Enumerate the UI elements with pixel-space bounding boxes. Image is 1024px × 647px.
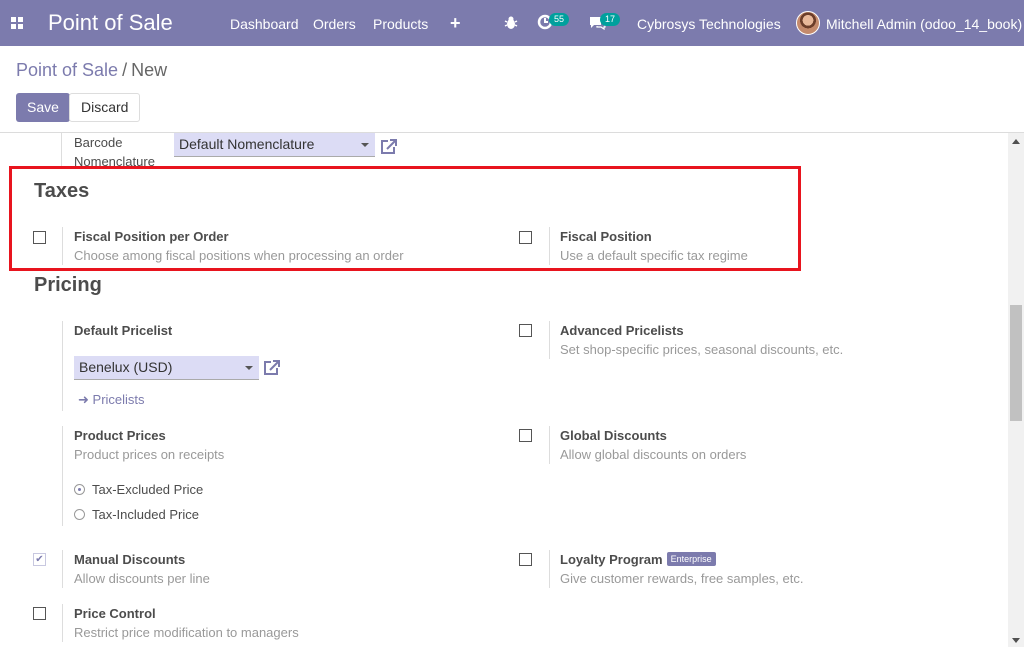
bug-icon[interactable]	[504, 15, 518, 34]
product-prices-label: Product Prices	[74, 428, 166, 443]
breadcrumb-separator: /	[122, 60, 128, 80]
breadcrumb-parent[interactable]: Point of Sale	[16, 60, 118, 80]
barcode-label-line1: Barcode	[74, 135, 123, 150]
breadcrumb: Point of Sale / New	[16, 60, 167, 81]
user-menu[interactable]: Mitchell Admin (odoo_14_book)	[826, 16, 1022, 32]
setting-divider	[61, 133, 62, 169]
advanced-pricelists-desc: Set shop-specific prices, seasonal disco…	[560, 342, 844, 357]
save-button[interactable]: Save	[16, 93, 70, 122]
setting-divider	[549, 321, 550, 359]
menu-orders[interactable]: Orders	[313, 16, 356, 32]
scroll-thumb[interactable]	[1010, 305, 1022, 421]
setting-divider	[62, 321, 63, 411]
setting-divider	[62, 604, 63, 642]
loyalty-program-text: Loyalty Program	[560, 552, 663, 567]
user-avatar[interactable]	[796, 11, 820, 35]
setting-divider	[549, 550, 550, 588]
default-pricelist-select[interactable]: Benelux (USD)	[74, 356, 259, 380]
highlight-box	[9, 166, 801, 271]
app-brand[interactable]: Point of Sale	[48, 10, 173, 36]
messages-badge: 17	[600, 13, 621, 26]
setting-divider	[62, 550, 63, 588]
global-discounts-checkbox[interactable]	[519, 429, 532, 442]
manual-discounts-checkbox[interactable]: ✔	[33, 553, 46, 566]
settings-form: Barcode Nomenclature Default Nomenclatur…	[0, 133, 1008, 647]
activity-badge: 55	[549, 13, 570, 26]
menu-products[interactable]: Products	[373, 16, 428, 32]
vertical-scrollbar[interactable]	[1008, 133, 1024, 647]
arrow-right-icon: ➜	[78, 392, 89, 407]
discard-button[interactable]: Discard	[69, 93, 141, 122]
enterprise-badge: Enterprise	[666, 552, 716, 566]
pricing-section-title: Pricing	[34, 274, 102, 296]
advanced-pricelists-checkbox[interactable]	[519, 324, 532, 337]
pricelists-link-label: Pricelists	[92, 392, 145, 407]
apps-menu-icon[interactable]	[11, 17, 23, 29]
menu-dashboard[interactable]: Dashboard	[230, 16, 299, 32]
chevron-down-icon	[245, 366, 253, 370]
advanced-pricelists-label: Advanced Pricelists	[560, 323, 684, 338]
default-pricelist-value: Benelux (USD)	[79, 359, 173, 375]
check-icon: ✔	[35, 554, 44, 565]
loyalty-program-label: Loyalty Program Enterprise	[560, 552, 716, 567]
scroll-down-arrow-icon[interactable]	[1012, 638, 1020, 643]
company-switcher[interactable]: Cybrosys Technologies	[637, 16, 781, 32]
external-link-icon[interactable]	[262, 359, 280, 377]
price-control-checkbox[interactable]	[33, 607, 46, 620]
manual-discounts-desc: Allow discounts per line	[74, 571, 210, 586]
external-link-icon[interactable]	[379, 138, 397, 156]
manual-discounts-label: Manual Discounts	[74, 552, 186, 567]
pricelists-link[interactable]: ➜ Pricelists	[78, 392, 145, 408]
barcode-nomenclature-value: Default Nomenclature	[179, 136, 315, 152]
tax-included-radio[interactable]	[74, 509, 85, 520]
plus-icon[interactable]: +	[450, 13, 461, 34]
breadcrumb-current: New	[131, 60, 168, 80]
top-navbar: Point of Sale Dashboard Orders Products …	[0, 0, 1024, 46]
chevron-down-icon	[361, 143, 369, 147]
product-prices-desc: Product prices on receipts	[74, 447, 225, 462]
default-pricelist-label: Default Pricelist	[74, 323, 173, 338]
tax-included-label: Tax-Included Price	[92, 507, 199, 522]
tax-excluded-radio[interactable]	[74, 484, 85, 495]
tax-excluded-label: Tax-Excluded Price	[92, 482, 204, 497]
setting-divider	[62, 426, 63, 526]
scroll-up-arrow-icon[interactable]	[1012, 139, 1020, 144]
global-discounts-desc: Allow global discounts on orders	[560, 447, 747, 462]
global-discounts-label: Global Discounts	[560, 428, 667, 443]
loyalty-program-desc: Give customer rewards, free samples, etc…	[560, 571, 804, 586]
price-control-desc: Restrict price modification to managers	[74, 625, 299, 640]
loyalty-program-checkbox[interactable]	[519, 553, 532, 566]
price-control-label: Price Control	[74, 606, 156, 621]
barcode-nomenclature-select[interactable]: Default Nomenclature	[174, 133, 375, 157]
setting-divider	[549, 426, 550, 464]
